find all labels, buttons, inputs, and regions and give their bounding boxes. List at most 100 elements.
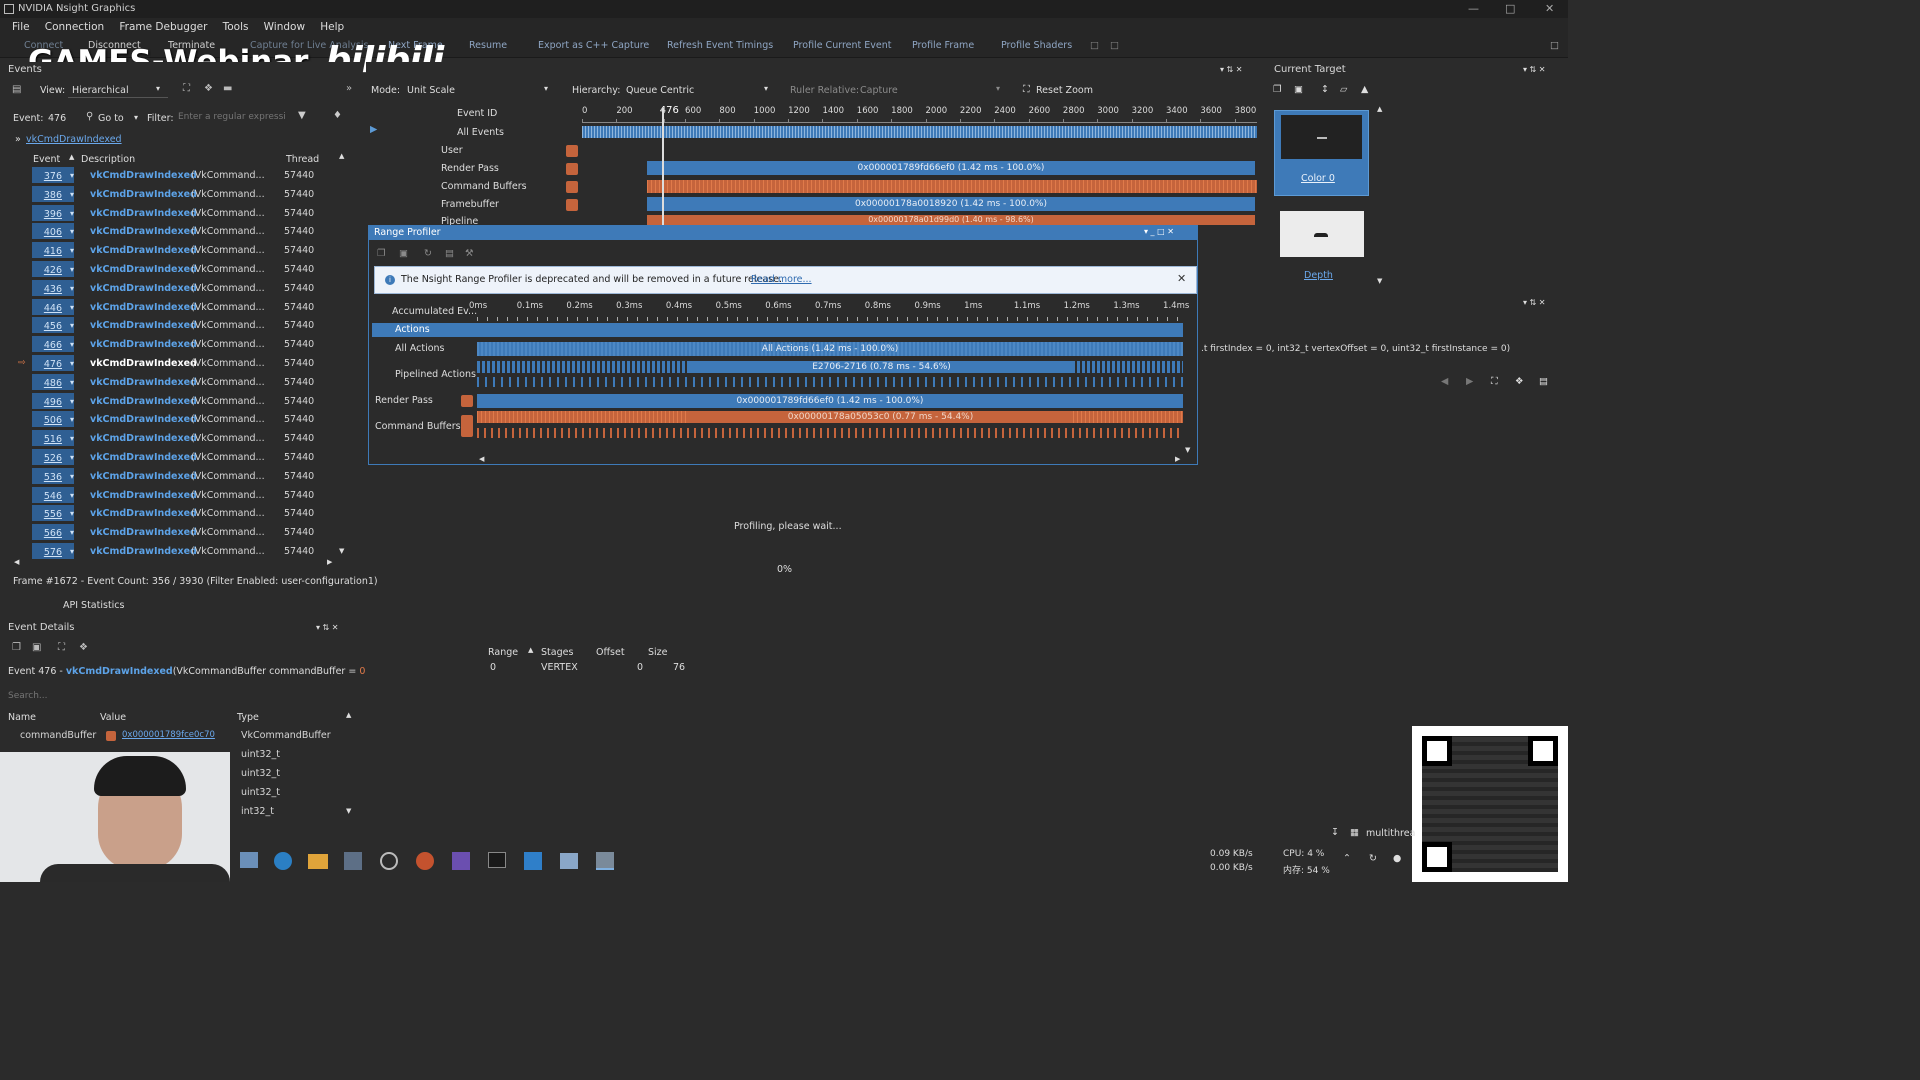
minimize-icon[interactable]: — — [1468, 0, 1479, 18]
document-icon[interactable]: □ — [1090, 40, 1099, 51]
column-header-offset[interactable]: Offset — [596, 647, 625, 658]
range-command-buffers-bar[interactable]: 0x00000178a05053c0 (0.77 ms - 54.4%) — [689, 411, 1072, 423]
taskbar-app-icon[interactable] — [560, 853, 578, 869]
all-events-track[interactable] — [582, 126, 1257, 138]
expand-arrow-icon[interactable]: ▾ — [70, 241, 74, 260]
column-header-range[interactable]: Range — [488, 647, 518, 658]
column-header-name[interactable]: Name — [8, 712, 36, 723]
terminal-icon[interactable] — [488, 852, 506, 868]
column-header-type[interactable]: Type — [237, 712, 259, 723]
goto-button[interactable]: Go to — [98, 113, 124, 124]
framebuffer-bar[interactable]: 0x00000178a0018920 (1.42 ms - 100.0%) — [647, 197, 1255, 211]
nav-back-icon[interactable]: ◀ — [1441, 376, 1448, 387]
fit-vertical-icon[interactable]: ↕ — [1321, 84, 1329, 95]
panel-controls-icon[interactable]: ▾ ⇅ ✕ — [1523, 298, 1546, 307]
menu-help[interactable]: Help — [320, 18, 344, 36]
chrome-icon[interactable] — [380, 852, 398, 870]
event-row[interactable]: 506 ▾ vkCmdDrawIndexed (VkCommand... 57440 — [30, 410, 340, 429]
lock-icon[interactable]: ▣ — [1294, 84, 1303, 95]
document-icon[interactable]: ▤ — [1539, 376, 1548, 387]
range-profiler-titlebar[interactable]: Range Profiler ▾ _ □ ✕ — [369, 226, 1197, 240]
api-statistics-tab[interactable]: API Statistics — [63, 600, 124, 611]
nav-forward-icon[interactable]: ▶ — [1466, 376, 1473, 387]
collapse-icon[interactable]: ❖ — [204, 83, 213, 94]
edge-icon[interactable] — [274, 852, 292, 870]
profile-current-event-button[interactable]: Profile Current Event — [793, 40, 891, 51]
taskbar-app-icon[interactable] — [344, 852, 362, 870]
document-icon[interactable]: □ — [1110, 40, 1119, 51]
expand-arrow-icon[interactable]: ▾ — [70, 523, 74, 542]
scroll-down-icon[interactable]: ▼ — [346, 807, 351, 815]
command-buffers-track[interactable] — [647, 180, 1257, 193]
microphone-icon[interactable]: ● — [1393, 853, 1401, 864]
range-render-pass-bar[interactable]: 0x000001789fd66ef0 (1.42 ms - 100.0%) — [477, 394, 1183, 408]
color-target-label[interactable]: Color 0 — [1301, 173, 1335, 184]
scroll-right-icon[interactable]: ▶ — [327, 558, 332, 566]
mode-select[interactable]: Unit Scale ▾ — [404, 82, 554, 98]
expand-arrow-icon[interactable]: ▾ — [70, 486, 74, 505]
scroll-left-icon[interactable]: ◀ — [14, 558, 19, 566]
event-row[interactable]: 516 ▾ vkCmdDrawIndexed (VkCommand... 57440 — [30, 429, 340, 448]
lock-icon[interactable]: ▣ — [399, 248, 408, 259]
scroll-up-icon[interactable]: ▲ — [346, 711, 351, 719]
scroll-up-icon[interactable]: ▲ — [339, 152, 344, 160]
menu-window[interactable]: Window — [264, 18, 305, 36]
expand-icon[interactable]: ⛶ — [1491, 376, 1498, 387]
expand-arrow-icon[interactable]: ▾ — [70, 448, 74, 467]
column-header-stages[interactable]: Stages — [541, 647, 573, 658]
collapse-icon[interactable]: ❖ — [79, 642, 88, 653]
event-id-link[interactable]: 446 — [32, 298, 74, 315]
folder-icon[interactable] — [308, 854, 328, 869]
collapse-icon[interactable] — [566, 199, 578, 211]
panel-controls-icon[interactable]: ▾ ⇅ ✕ — [1220, 65, 1243, 74]
scroll-down-icon[interactable]: ▼ — [339, 547, 344, 555]
event-row[interactable]: 416 ▾ vkCmdDrawIndexed (VkCommand... 57440 — [30, 241, 340, 260]
event-id-link[interactable]: 386 — [32, 185, 74, 202]
all-actions-bar[interactable]: All Actions (1.42 ms - 100.0%) — [477, 342, 1183, 356]
detail-row[interactable]: commandBuffer 0x000001789fce0c70 VkCommand… — [0, 728, 350, 746]
expand-arrow-icon[interactable]: ▾ — [70, 354, 74, 373]
chat-icon[interactable]: □ — [1550, 40, 1559, 51]
event-id-link[interactable]: 456 — [32, 317, 74, 334]
horizontal-scrollbar[interactable]: ◀ ▶ — [14, 558, 334, 568]
event-id-link[interactable]: 416 — [32, 242, 74, 259]
scroll-up-icon[interactable]: ▲ — [1377, 105, 1382, 113]
collapse-icon[interactable] — [461, 395, 473, 407]
refresh-icon[interactable]: ↻ — [424, 248, 432, 259]
detail-value-link[interactable]: 0x000001789fce0c70 — [122, 730, 222, 740]
event-id-link[interactable]: 426 — [32, 261, 74, 277]
pipeline-bar[interactable]: 0x00000178a01d99d0 (1.40 ms - 98.6%) — [647, 215, 1255, 225]
event-id-link[interactable]: 526 — [32, 449, 74, 465]
actions-track[interactable] — [477, 323, 1183, 337]
scroll-left-icon[interactable]: ◀ — [479, 455, 484, 463]
save-icon[interactable]: ▤ — [12, 84, 21, 95]
collapse-icon[interactable] — [566, 145, 578, 157]
refresh-timings-button[interactable]: Refresh Event Timings — [667, 40, 773, 51]
nsight-icon[interactable] — [596, 852, 614, 870]
chevron-up-icon[interactable]: ⌃ — [1343, 853, 1351, 864]
event-id-link[interactable]: 556 — [32, 505, 74, 522]
pipelined-actions-bar[interactable]: E2706-2716 (0.78 ms - 54.6%) — [689, 361, 1074, 373]
event-row[interactable]: ⇨ 476 ▾ vkCmdDrawIndexed (VkCommand... 57440 — [18, 354, 340, 373]
breadcrumb[interactable]: vkCmdDrawIndexed — [26, 134, 122, 145]
event-id-link[interactable]: 546 — [32, 486, 74, 503]
cube-icon[interactable]: ▱ — [1340, 84, 1347, 95]
expand-arrow-icon[interactable]: ▾ — [70, 166, 74, 185]
column-header-event[interactable]: Event — [33, 154, 60, 165]
event-id-link[interactable]: 566 — [32, 524, 74, 541]
scroll-down-icon[interactable]: ▼ — [1185, 446, 1190, 454]
wrench-icon[interactable]: ⚒ — [465, 248, 474, 259]
column-header-size[interactable]: Size — [648, 647, 668, 658]
event-id-link[interactable]: 466 — [32, 336, 74, 353]
color-target-thumbnail[interactable]: Color 0 — [1274, 110, 1369, 196]
taskbar-app-icon[interactable] — [240, 852, 258, 868]
event-id-link[interactable]: 396 — [32, 204, 74, 221]
collapse-icon[interactable] — [461, 415, 473, 437]
expand-arrow-icon[interactable]: ▾ — [70, 429, 74, 448]
expand-arrow-icon[interactable]: ▾ — [70, 222, 74, 241]
reset-zoom-icon[interactable]: ⛶ — [1023, 84, 1030, 95]
event-row[interactable]: 376 ▾ vkCmdDrawIndexed (VkCommand... 57440 — [30, 166, 340, 185]
menu-tools[interactable]: Tools — [223, 18, 249, 36]
tray-app-label[interactable]: multithrea — [1366, 828, 1415, 839]
menu-file[interactable]: File — [12, 18, 30, 36]
